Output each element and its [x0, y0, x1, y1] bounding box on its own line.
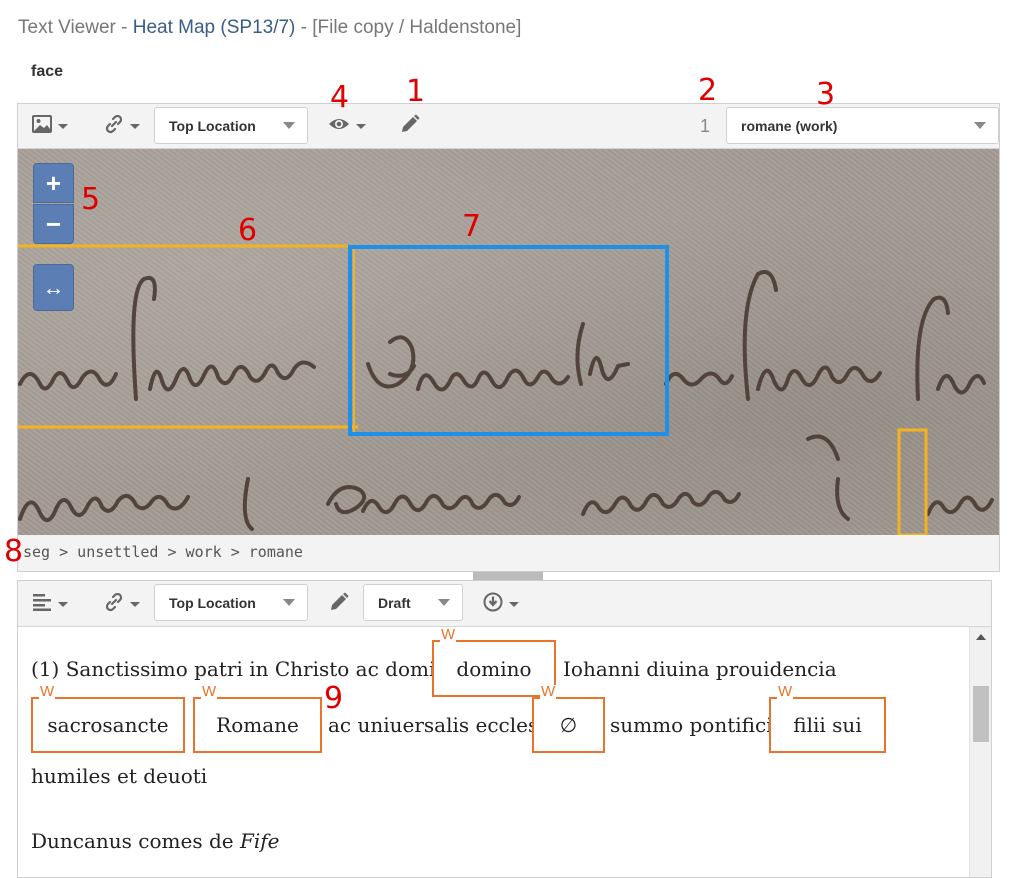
- annotation-marker-2: 2: [698, 73, 718, 108]
- zoom-in-button[interactable]: +: [33, 163, 74, 203]
- annotation-marker-4: 4: [330, 80, 350, 115]
- annotation-marker-7: 7: [462, 209, 482, 244]
- transcription-text[interactable]: (1) Sanctissimo patri in Christo ac domi…: [18, 627, 969, 877]
- chevron-down-icon: [509, 601, 519, 607]
- annotation-marker-6: 6: [238, 213, 258, 248]
- image-menu-button[interactable]: [32, 113, 68, 139]
- scrollbar-thumb[interactable]: [973, 686, 989, 742]
- manuscript-image[interactable]: + − ↔: [18, 149, 999, 535]
- word-tag: W: [540, 683, 557, 700]
- face-label: face: [31, 63, 64, 80]
- dropdown-arrow-icon: [438, 599, 450, 606]
- vertical-scrollbar[interactable]: [969, 627, 991, 877]
- element-path-breadcrumb: seg > unsettled > work > romane: [18, 535, 999, 571]
- word-tag: W: [440, 627, 457, 643]
- document-link[interactable]: Heat Map (SP13/7): [133, 17, 296, 38]
- word-tag: W: [201, 683, 218, 700]
- edit-button[interactable]: [400, 113, 420, 139]
- fit-width-button[interactable]: ↔: [33, 264, 74, 311]
- image-viewer-panel: Top Location 1 romane (work) + − ↔ seg >…: [17, 103, 1000, 572]
- text-line-1: (1) Sanctissimo patri in Christo ac domi…: [31, 657, 461, 681]
- location-label: [File copy / Haldenstone]: [312, 17, 522, 38]
- chevron-down-icon: [58, 123, 68, 129]
- annotation-count: 1: [700, 116, 711, 136]
- image-viewer-toolbar: Top Location 1 romane (work): [18, 104, 999, 149]
- dropdown-arrow-icon: [974, 122, 986, 129]
- word-tag: W: [39, 683, 56, 700]
- manuscript-script-drawing: [18, 244, 994, 535]
- dropdown-arrow-icon: [283, 122, 295, 129]
- annotation-marker-9: 9: [324, 681, 344, 716]
- word-romane[interactable]: W Romane: [193, 684, 322, 753]
- annotation-marker-1: 1: [406, 74, 426, 109]
- link-icon: [104, 592, 124, 617]
- app-name: Text Viewer: [18, 17, 116, 38]
- pencil-icon: [329, 592, 349, 617]
- link-menu-button[interactable]: [104, 591, 140, 617]
- location-select[interactable]: Top Location: [154, 584, 308, 621]
- annotation-marker-5: 5: [81, 182, 101, 217]
- zoom-out-button[interactable]: −: [33, 204, 74, 244]
- annotation-marker-8: 8: [4, 534, 24, 569]
- text-line-3: humiles et deuoti: [31, 764, 208, 788]
- annotation-select[interactable]: romane (work): [726, 107, 999, 144]
- scroll-up-arrow-icon[interactable]: [976, 634, 986, 640]
- align-left-icon: [32, 593, 52, 616]
- chevron-down-icon: [130, 601, 140, 607]
- dropdown-arrow-icon: [283, 599, 295, 606]
- eye-icon: [328, 116, 350, 137]
- text-line-4: Duncanus comes de Fife: [31, 829, 280, 853]
- word-sacrosancte[interactable]: W sacrosancte: [31, 684, 185, 753]
- chevron-down-icon: [58, 601, 68, 607]
- edit-button[interactable]: [329, 591, 349, 617]
- text-line-2: ac uniuersalis ecclesie: [328, 713, 557, 737]
- word-tag: W: [777, 683, 794, 700]
- download-menu-button[interactable]: [483, 591, 519, 617]
- format-menu-button[interactable]: [32, 591, 68, 617]
- text-editor-panel: Top Location Draft (1) Sanctissimo patri…: [17, 580, 992, 878]
- window-title: Text Viewer - Heat Map (SP13/7) - [File …: [18, 17, 522, 38]
- panel-resize-handle[interactable]: [473, 572, 543, 580]
- text-line-2-continued: summo pontifici: [610, 713, 773, 737]
- chevron-down-icon: [130, 123, 140, 129]
- visibility-menu-button[interactable]: [328, 113, 366, 139]
- download-icon: [483, 592, 503, 617]
- selected-zone[interactable]: [348, 245, 669, 436]
- link-menu-button[interactable]: [104, 113, 140, 139]
- text-line-1-continued: Iohanni diuina prouidencia: [563, 657, 837, 681]
- location-select[interactable]: Top Location: [154, 107, 308, 144]
- italic-text: Fife: [239, 829, 280, 853]
- word-filii-sui[interactable]: W filii sui: [769, 684, 886, 753]
- word-domino[interactable]: W domino: [432, 627, 556, 697]
- word-empty[interactable]: W ∅: [532, 684, 605, 753]
- pencil-icon: [400, 114, 420, 139]
- text-editor-toolbar: Top Location Draft: [18, 581, 991, 627]
- image-icon: [32, 114, 52, 138]
- annotation-marker-3: 3: [816, 77, 836, 112]
- link-icon: [104, 114, 124, 139]
- status-select[interactable]: Draft: [363, 584, 463, 621]
- chevron-down-icon: [356, 123, 366, 129]
